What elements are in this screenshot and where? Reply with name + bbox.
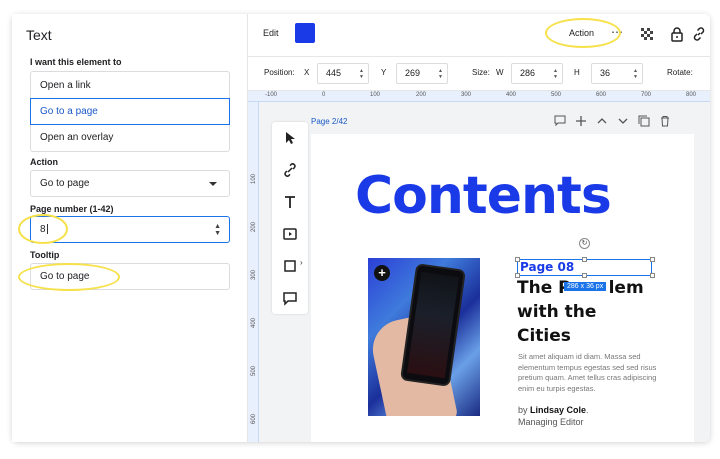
trash-icon[interactable] [659, 115, 671, 127]
phone-photo[interactable] [368, 258, 480, 416]
lock-icon[interactable] [669, 26, 685, 42]
stepper-icon[interactable]: ▲ ▼ [438, 68, 443, 80]
stepper-icon[interactable]: ▲ ▼ [553, 68, 558, 80]
resize-handle[interactable] [582, 273, 587, 278]
ruler-label: 400 [506, 92, 517, 98]
resize-handle[interactable] [515, 257, 520, 262]
y-label: Y [381, 68, 387, 77]
author-role: Managing Editor [518, 417, 584, 427]
h-input[interactable]: 36 ▲ ▼ [591, 63, 643, 84]
top-toolbar: Edit Action ⋯ [248, 14, 710, 57]
stepper-icon[interactable]: ▲ ▼ [633, 68, 638, 80]
tool-palette: › [272, 122, 308, 314]
shape-icon[interactable] [282, 258, 298, 274]
resize-handle[interactable] [515, 273, 520, 278]
y-input[interactable]: 269 ▲ ▼ [396, 63, 448, 84]
ruler-label: 200 [251, 221, 258, 233]
w-input[interactable]: 286 ▲ ▼ [511, 63, 563, 84]
x-value: 445 [326, 68, 342, 78]
size-label: Size: [472, 68, 490, 77]
ruler-top: -100 0 100 200 300 400 500 600 700 800 [248, 91, 710, 102]
page-heading[interactable]: Contents [355, 166, 612, 226]
headline-line: with the [517, 302, 597, 322]
link-icon[interactable] [691, 26, 707, 42]
duplicate-icon[interactable] [638, 115, 650, 127]
ruler-label: -100 [265, 92, 278, 98]
ruler-label: 100 [370, 92, 381, 98]
article-body: Sit amet aliquam id diam. Massa sed elem… [518, 352, 657, 393]
ruler-label: 600 [251, 413, 258, 425]
resize-handle[interactable] [650, 273, 655, 278]
byline-prefix: by [518, 405, 531, 415]
transparency-icon[interactable] [639, 26, 655, 42]
editor-area: Edit Action ⋯ Position: X 445 ▲ ▼ Y 269 ▲ ▼ … [12, 14, 710, 442]
ruler-label: 500 [551, 92, 562, 98]
chevron-up-icon[interactable] [596, 115, 608, 127]
action-button[interactable]: Action [569, 28, 594, 38]
author-name: Lindsay Cole [530, 405, 587, 415]
chevron-right-icon[interactable]: › [300, 258, 303, 267]
phone-screen [407, 271, 459, 379]
plus-icon[interactable] [575, 115, 587, 127]
size-tooltip: 286 x 36 px [564, 282, 607, 291]
ruler-label: 800 [686, 92, 697, 98]
color-swatch[interactable] [295, 23, 315, 43]
ruler-label: 0 [322, 92, 326, 98]
ruler-label: 700 [641, 92, 652, 98]
phone-shape [400, 263, 466, 387]
ruler-label: 500 [251, 365, 258, 377]
ruler-label: 200 [416, 92, 427, 98]
w-label: W [496, 68, 504, 77]
headline-line: The P [517, 278, 571, 298]
ruler-label: 100 [251, 173, 258, 185]
resize-handle[interactable] [650, 257, 655, 262]
x-label: X [304, 68, 310, 77]
text-tool-icon[interactable] [282, 194, 298, 210]
video-icon[interactable] [282, 226, 298, 242]
w-value: 286 [520, 68, 536, 78]
resize-handle[interactable] [582, 257, 587, 262]
headline-line: Cities [517, 326, 571, 346]
rotate-handle-icon[interactable]: ↻ [579, 238, 590, 249]
ruler-label: 600 [596, 92, 607, 98]
ruler-label: 300 [461, 92, 472, 98]
edit-label: Edit [263, 28, 279, 38]
ruler-left: 100 200 300 400 500 600 [248, 102, 259, 442]
comment-icon[interactable] [554, 115, 566, 127]
position-label: Position: [264, 68, 295, 77]
h-label: H [574, 68, 580, 77]
more-icon[interactable]: ⋯ [611, 25, 623, 39]
comment-icon[interactable] [282, 290, 298, 306]
headline-line: lem [608, 278, 644, 298]
x-input[interactable]: 445 ▲ ▼ [317, 63, 369, 84]
position-bar: Position: X 445 ▲ ▼ Y 269 ▲ ▼ Size: W 286 ▲ ▼ … [248, 57, 710, 91]
link-tool-icon[interactable] [282, 162, 298, 178]
y-value: 269 [405, 68, 421, 78]
byline: by Lindsay Cole. Managing Editor [518, 404, 589, 428]
add-icon[interactable]: + [374, 265, 390, 281]
byline-suffix: . [586, 405, 589, 415]
ruler-label: 300 [251, 269, 258, 281]
page-indicator: Page 2/42 [311, 117, 348, 126]
pointer-icon[interactable] [282, 130, 298, 146]
h-value: 36 [600, 68, 611, 78]
chevron-down-icon[interactable] [617, 115, 629, 127]
ruler-label: 400 [251, 317, 258, 329]
rotate-label: Rotate: [667, 68, 693, 77]
stepper-icon[interactable]: ▲ ▼ [359, 68, 364, 80]
